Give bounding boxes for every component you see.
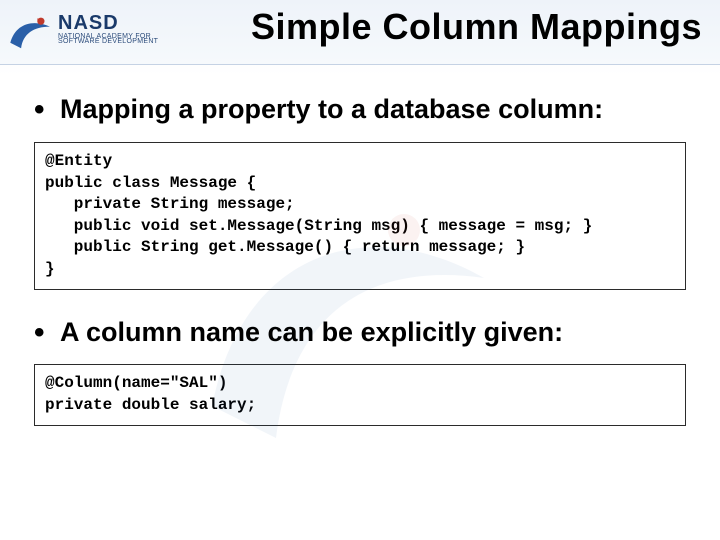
slide-content: Mapping a property to a database column:…	[0, 65, 720, 426]
code-block-2: @Column(name="SAL") private double salar…	[34, 364, 686, 425]
slide-header: NASD NATIONAL ACADEMY FOR SOFTWARE DEVEL…	[0, 0, 720, 65]
nasd-logo: NASD NATIONAL ACADEMY FOR SOFTWARE DEVEL…	[8, 6, 178, 58]
bullet-2: A column name can be explicitly given:	[34, 316, 686, 349]
code-block-1: @Entity public class Message { private S…	[34, 142, 686, 290]
slide-title: Simple Column Mappings	[170, 6, 702, 48]
logo-name: NASD	[58, 12, 158, 35]
logo-sub-2: SOFTWARE DEVELOPMENT	[58, 38, 158, 45]
slide: NASD NATIONAL ACADEMY FOR SOFTWARE DEVEL…	[0, 0, 720, 540]
bullet-1: Mapping a property to a database column:	[34, 93, 686, 126]
logo-swoosh-icon	[8, 14, 54, 50]
